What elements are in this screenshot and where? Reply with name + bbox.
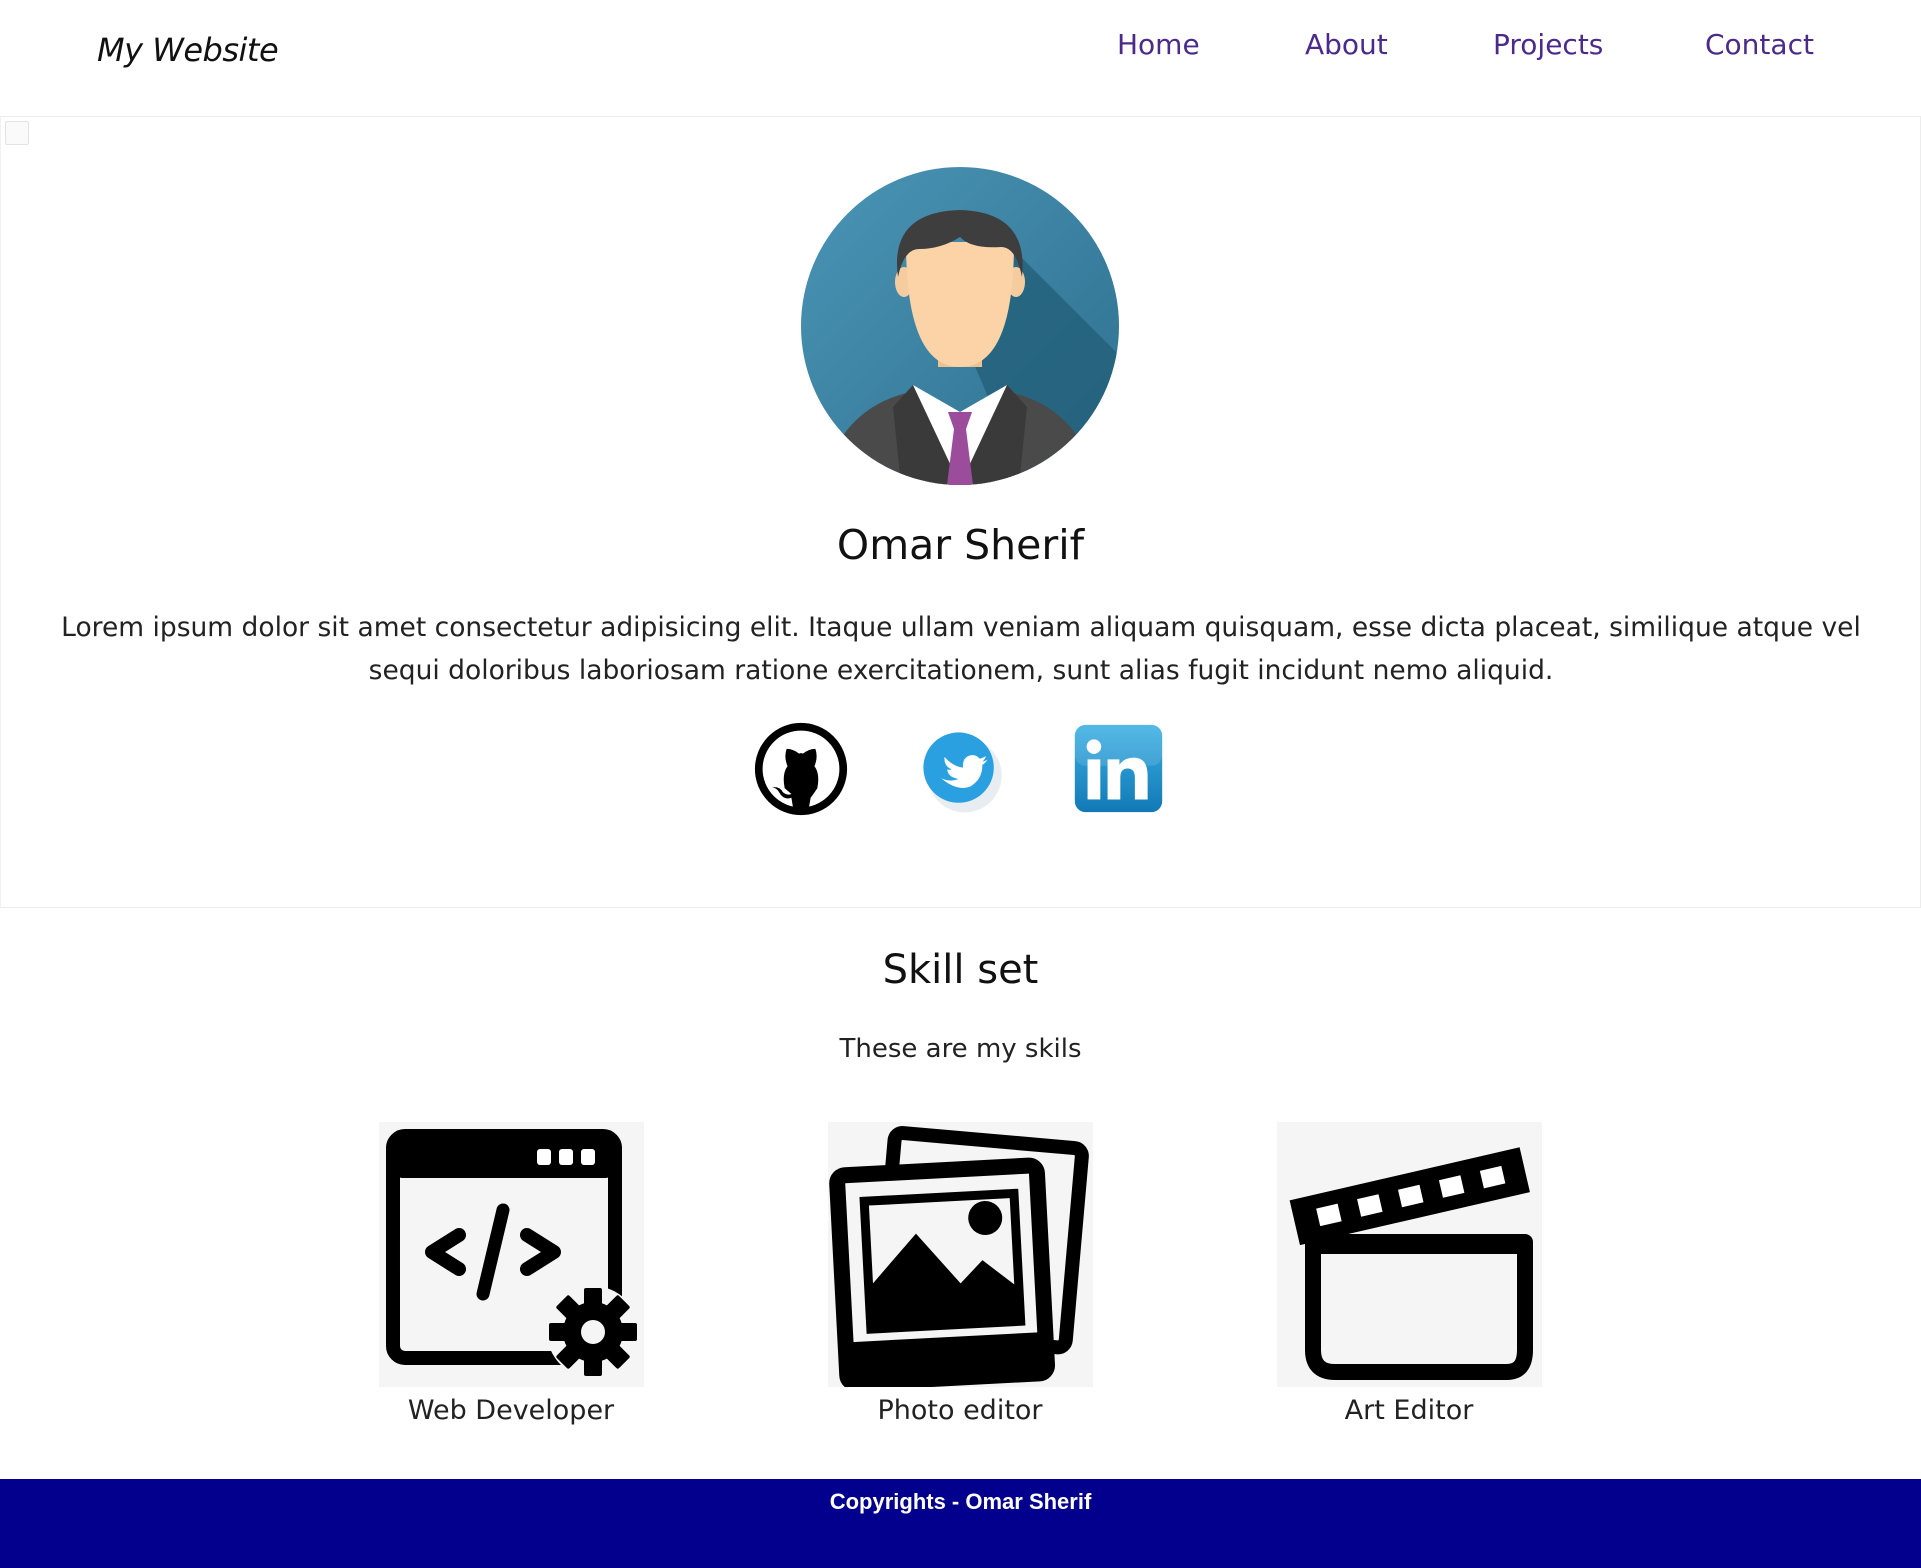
nav-link-projects[interactable]: Projects <box>1493 28 1603 61</box>
github-icon <box>754 722 848 816</box>
broken-image-icon <box>5 121 29 145</box>
linkedin-icon <box>1074 724 1163 813</box>
footer-copyright: Copyrights - Omar Sherif <box>829 1489 1092 1514</box>
twitter-icon <box>923 732 1002 813</box>
skills-subtitle: These are my skils <box>839 1034 1082 1064</box>
skill-label: Photo editor <box>877 1395 1043 1426</box>
skill-card-art-editor: Art Editor <box>1277 1122 1542 1426</box>
code-window-gear-icon <box>379 1122 644 1387</box>
github-link[interactable] <box>753 721 849 817</box>
nav-link-home[interactable]: Home <box>1117 28 1200 61</box>
profile-avatar <box>801 167 1119 485</box>
profile-bio: Lorem ipsum dolor sit amet consectetur a… <box>61 612 1861 686</box>
skills-title: Skill set <box>882 947 1039 993</box>
site-brand-link[interactable]: My Website <box>97 31 279 69</box>
skill-card-photo-editor: Photo editor <box>828 1122 1093 1426</box>
profile-name: Omar Sherif <box>836 521 1085 569</box>
navbar: My Website Home About Projects Contact <box>0 0 1921 115</box>
skill-card-web-developer: Web Developer <box>379 1122 644 1426</box>
nav-link-about[interactable]: About <box>1305 28 1388 61</box>
photos-icon <box>828 1122 1093 1387</box>
twitter-link[interactable] <box>919 728 1007 816</box>
footer: Copyrights - Omar Sherif <box>0 1479 1921 1568</box>
linkedin-link[interactable] <box>1073 723 1164 814</box>
skill-label: Web Developer <box>407 1395 615 1426</box>
skill-label: Art Editor <box>1344 1395 1474 1426</box>
nav-link-contact[interactable]: Contact <box>1705 28 1814 61</box>
clapperboard-icon <box>1277 1122 1542 1387</box>
